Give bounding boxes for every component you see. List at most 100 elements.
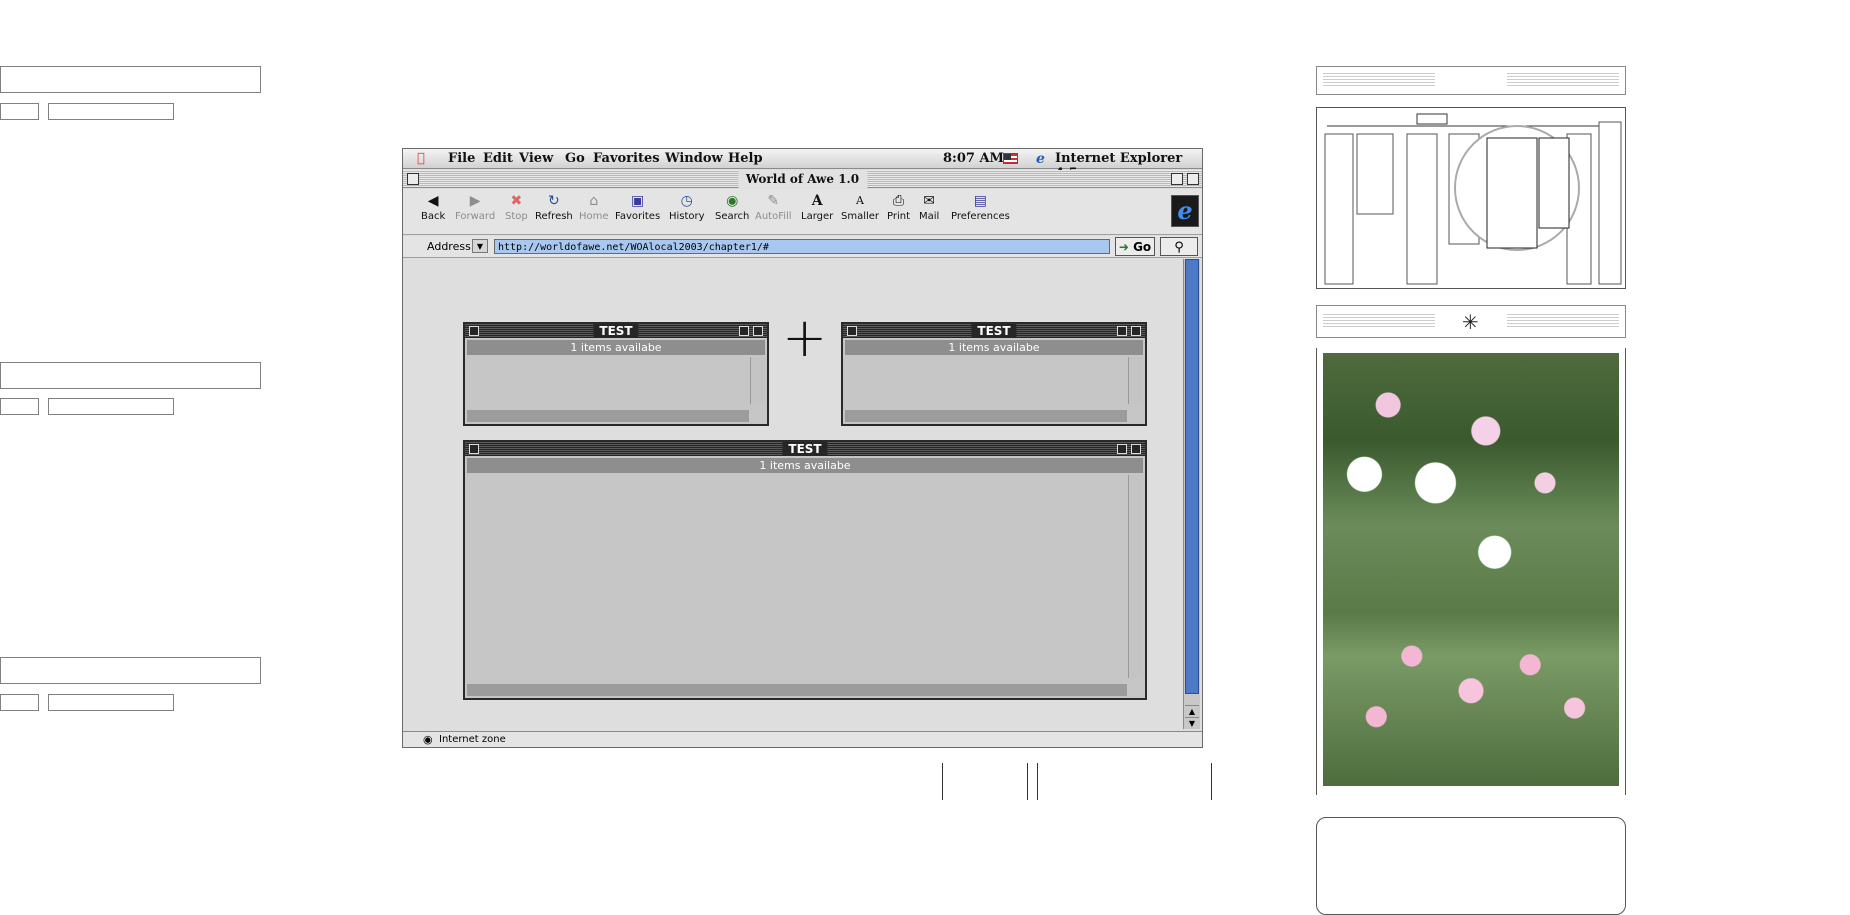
panel-3-close-icon[interactable] — [469, 444, 479, 454]
search-icon: ◉ — [726, 193, 739, 209]
left-block-3-small[interactable] — [0, 694, 39, 711]
header-lines-right — [1507, 73, 1619, 88]
history-icon: ◷ — [680, 193, 693, 209]
left-block-1-bar[interactable] — [0, 66, 261, 93]
stop-button[interactable]: ✖ Stop — [505, 193, 528, 222]
test-panel-2: TEST 1 items availabe — [841, 322, 1147, 426]
menubar-clock[interactable]: 8:07 AM — [943, 151, 1004, 166]
plus-sign: + — [782, 306, 828, 369]
home-icon: ⌂ — [589, 193, 599, 209]
close-box-icon[interactable] — [407, 173, 419, 185]
flower-photo-frame[interactable] — [1316, 348, 1626, 795]
panel-3-vertical-scrollbar[interactable] — [1128, 475, 1143, 678]
address-url-input[interactable]: http://worldofawe.net/WOAlocal2003/chapt… — [494, 239, 1110, 254]
header-lines-left — [1323, 73, 1435, 88]
go-button[interactable]: ➜ Go — [1115, 237, 1155, 256]
menu-help[interactable]: Help — [728, 151, 763, 166]
forward-button[interactable]: ▶ Forward — [455, 193, 495, 222]
favorites-icon: ▣ — [630, 193, 645, 209]
back-button[interactable]: ◀ Back — [421, 193, 445, 222]
favorites-button[interactable]: ▣ Favorites — [615, 193, 660, 222]
panel-1-zoom-icon[interactable] — [739, 326, 749, 336]
panel-3-collapse-icon[interactable] — [1131, 444, 1141, 454]
apple-menu-icon[interactable]:  — [417, 151, 425, 166]
right-header-bar[interactable] — [1316, 66, 1626, 95]
print-button[interactable]: ⎙ Print — [887, 193, 910, 222]
scroll-up-arrow-icon[interactable]: ▲ — [1185, 705, 1199, 716]
browser-content: TEST 1 items availabe + TEST 1 items ava… — [403, 259, 1183, 729]
menu-window[interactable]: Window — [665, 151, 723, 166]
mail-icon: ✉ — [923, 193, 936, 209]
panel-1-horizontal-scrollbar[interactable] — [467, 410, 749, 422]
panel-1-title: TEST — [593, 324, 639, 338]
menu-view[interactable]: View — [519, 151, 553, 166]
scroll-down-arrow-icon[interactable]: ▼ — [1185, 717, 1199, 728]
autofill-button[interactable]: ✎ AutoFill — [755, 193, 792, 222]
address-bar: Address: ▼ http://worldofawe.net/WOAloca… — [403, 236, 1202, 258]
go-arrow-icon: ➜ — [1118, 240, 1129, 254]
status-bar: ◉ Internet zone — [403, 731, 1202, 747]
panel-2-collapse-icon[interactable] — [1131, 326, 1141, 336]
globe-icon: ◉ — [423, 733, 433, 746]
panel-2-vertical-scrollbar[interactable] — [1128, 357, 1143, 404]
bracket-box-wide[interactable] — [1037, 763, 1212, 800]
browser-vertical-scrollbar[interactable]: ▲ ▼ — [1183, 259, 1200, 729]
test-panel-3: TEST 1 items availabe — [463, 440, 1147, 700]
find-magnifier-button[interactable]: ⚲ — [1160, 237, 1198, 256]
menu-go[interactable]: Go — [565, 151, 585, 166]
menu-file[interactable]: File — [448, 151, 475, 166]
left-block-1-wide[interactable] — [48, 103, 174, 120]
preferences-button[interactable]: ▤ Preferences — [951, 193, 1010, 222]
search-button[interactable]: ◉ Search — [715, 193, 749, 222]
stop-icon: ✖ — [510, 193, 523, 209]
left-block-3-wide[interactable] — [48, 694, 174, 711]
browser-scroll-thumb[interactable] — [1185, 259, 1199, 694]
larger-button[interactable]: A Larger — [801, 193, 833, 222]
right-divider-bar[interactable]: ✳ — [1316, 305, 1626, 338]
left-block-2-wide[interactable] — [48, 398, 174, 415]
collapse-box-icon[interactable] — [1187, 173, 1199, 185]
address-dropdown-button[interactable]: ▼ — [472, 239, 488, 253]
left-block-3-bar[interactable] — [0, 657, 261, 684]
panel-1-vertical-scrollbar[interactable] — [750, 357, 765, 404]
left-block-2-bar[interactable] — [0, 362, 261, 389]
panel-2-close-icon[interactable] — [847, 326, 857, 336]
smaller-text-icon: A — [856, 194, 864, 207]
status-zone: Internet zone — [439, 734, 506, 745]
mail-button[interactable]: ✉ Mail — [919, 193, 939, 222]
window-title: World of Awe 1.0 — [737, 170, 868, 188]
sitemap-thumbnail[interactable] — [1316, 107, 1626, 289]
refresh-icon: ↻ — [548, 193, 560, 209]
panel-3-zoom-icon[interactable] — [1117, 444, 1127, 454]
panel-2-zoom-icon[interactable] — [1117, 326, 1127, 336]
zoom-box-icon[interactable] — [1171, 173, 1183, 185]
panel-2-horizontal-scrollbar[interactable] — [845, 410, 1127, 422]
bracket-box-small[interactable] — [942, 763, 1028, 800]
address-label: Address: — [427, 240, 475, 253]
window-title-bar[interactable]: World of Awe 1.0 — [403, 170, 1202, 188]
smaller-button[interactable]: A Smaller — [841, 193, 879, 222]
us-flag-icon[interactable] — [1003, 153, 1018, 164]
mac-desktop:  File Edit View Go Favorites Window Hel… — [402, 148, 1203, 748]
left-block-2-small[interactable] — [0, 398, 39, 415]
preferences-icon: ▤ — [973, 193, 988, 209]
panel-1-collapse-icon[interactable] — [753, 326, 763, 336]
panel-3-horizontal-scrollbar[interactable] — [467, 684, 1127, 696]
panel-2-titlebar[interactable]: TEST — [843, 324, 1145, 338]
larger-text-icon: A — [811, 193, 823, 209]
ie-logo-icon[interactable]: e — [1171, 195, 1199, 227]
panel-3-titlebar[interactable]: TEST — [465, 442, 1145, 456]
panel-2-title: TEST — [971, 324, 1017, 338]
menu-bar:  File Edit View Go Favorites Window Hel… — [403, 149, 1202, 181]
menu-edit[interactable]: Edit — [483, 151, 513, 166]
home-button[interactable]: ⌂ Home — [579, 193, 609, 222]
menu-favorites[interactable]: Favorites — [593, 151, 660, 166]
panel-2-info: 1 items availabe — [845, 340, 1143, 355]
back-arrow-icon: ◀ — [427, 193, 439, 209]
empty-rounded-box[interactable] — [1316, 817, 1626, 915]
panel-1-titlebar[interactable]: TEST — [465, 324, 767, 338]
left-block-1-small[interactable] — [0, 103, 39, 120]
history-button[interactable]: ◷ History — [669, 193, 705, 222]
panel-1-close-icon[interactable] — [469, 326, 479, 336]
refresh-button[interactable]: ↻ Refresh — [535, 193, 573, 222]
